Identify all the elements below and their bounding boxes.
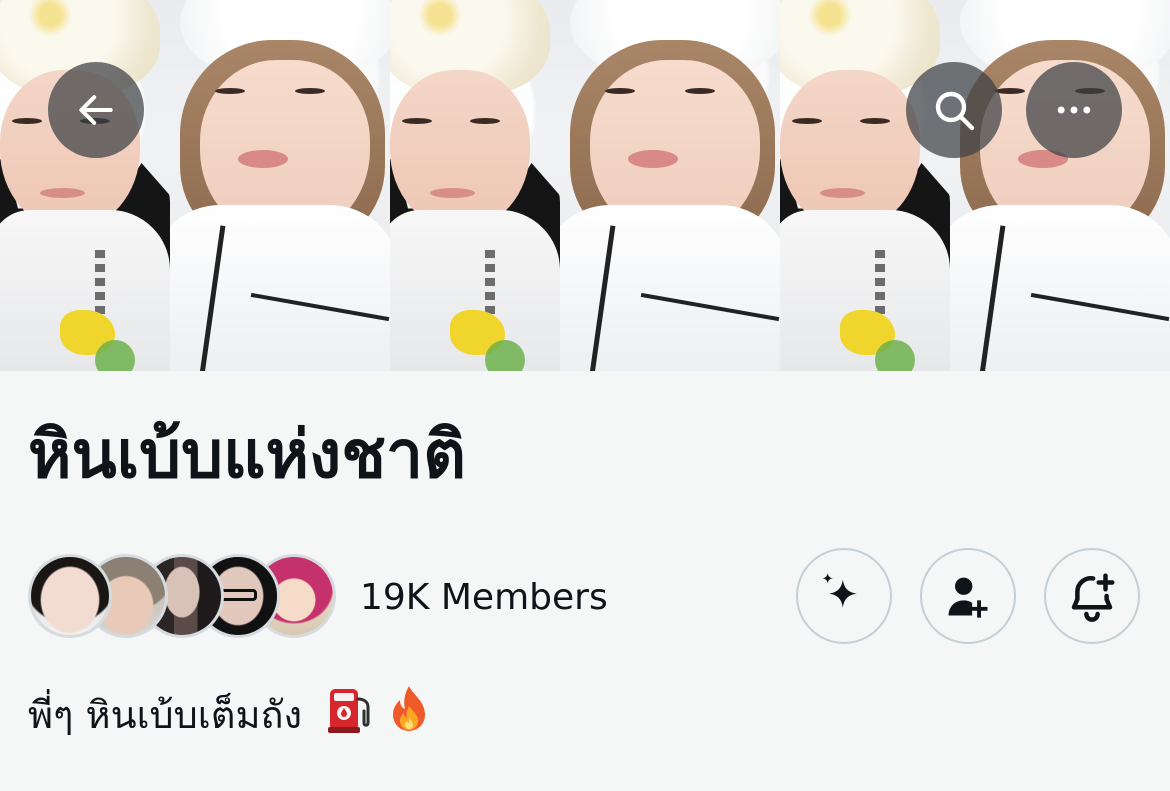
fuel-pump-emoji (326, 685, 374, 744)
community-page: หินเบ้บแห่งชาติ 19K Members พี่ๆ หินเบ้บ… (0, 0, 1170, 791)
fire-emoji (386, 684, 432, 745)
banner-photo-2 (390, 0, 780, 371)
sparkle-button[interactable] (796, 548, 892, 644)
back-button[interactable] (48, 62, 144, 158)
members-count[interactable]: 19K Members (360, 577, 608, 618)
add-person-icon (948, 577, 988, 618)
community-bio: พี่ๆ หินเบ้บเต็มถัง (28, 684, 432, 745)
notifications-button[interactable] (1044, 548, 1140, 644)
search-button[interactable] (906, 62, 1002, 158)
more-options-button[interactable] (1026, 62, 1122, 158)
search-icon (935, 91, 975, 131)
avatar (28, 554, 112, 638)
arrow-left-icon (79, 95, 113, 125)
sparkle-icon (822, 573, 857, 608)
more-horizontal-icon (1057, 106, 1091, 114)
community-banner (0, 0, 1170, 371)
members-row[interactable]: 19K Members (28, 554, 608, 640)
banner-photo-3 (780, 0, 1170, 371)
community-title: หินเบ้บแห่งชาติ (28, 416, 466, 493)
banner-photo-1 (0, 0, 390, 371)
bio-text: พี่ๆ หินเบ้บเต็มถัง (28, 693, 303, 737)
add-member-button[interactable] (920, 548, 1016, 644)
bell-plus-icon (1071, 573, 1115, 622)
member-avatars[interactable] (28, 554, 336, 640)
